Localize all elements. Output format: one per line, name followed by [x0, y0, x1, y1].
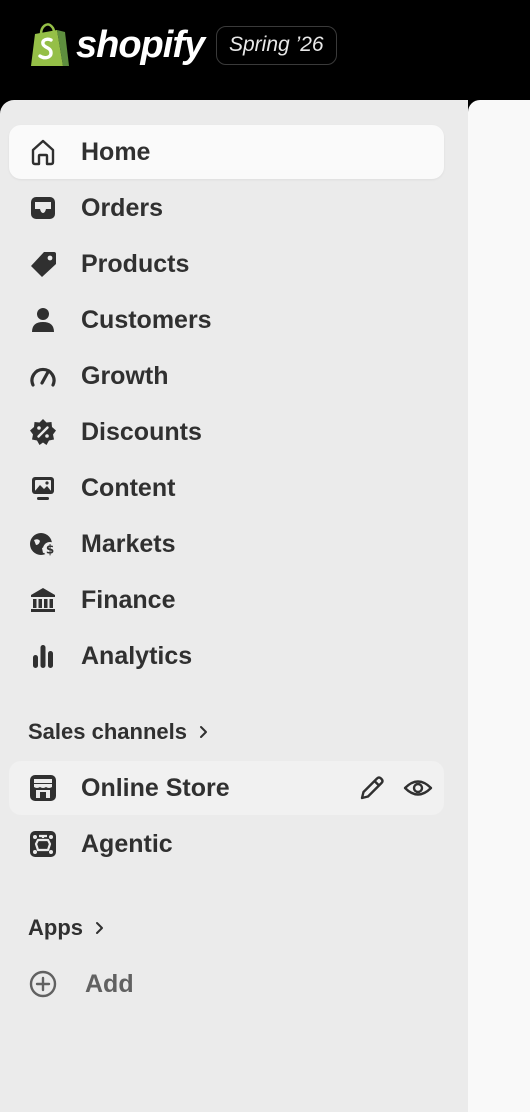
nav-item-products[interactable]: Products — [9, 237, 444, 291]
nav-item-orders[interactable]: Orders — [9, 181, 444, 235]
add-app-label: Add — [85, 970, 134, 998]
nav-label-finance: Finance — [81, 586, 176, 614]
nav-label-analytics: Analytics — [81, 642, 193, 670]
top-bar: shopify Spring ’26 — [0, 0, 530, 100]
shopify-bag-logo-icon — [31, 23, 69, 66]
chevron-right-icon — [199, 726, 207, 738]
nav-item-customers[interactable]: Customers — [9, 293, 444, 347]
nav-item-content[interactable]: Content — [9, 461, 444, 515]
nav-item-online-store[interactable]: Online Store — [9, 761, 444, 815]
eye-icon[interactable] — [402, 773, 434, 803]
apps-label: Apps — [28, 915, 83, 940]
home-icon — [27, 137, 59, 167]
online-store-actions — [356, 773, 434, 803]
nav-label-online-store: Online Store — [81, 774, 230, 802]
nav-item-agentic[interactable]: Agentic — [9, 817, 444, 871]
nav-item-analytics[interactable]: Analytics — [9, 629, 444, 683]
image-monitor-icon — [27, 473, 59, 503]
svg-text:$: $ — [46, 543, 54, 557]
shopify-wordmark: shopify — [76, 24, 205, 66]
inbox-icon — [27, 193, 59, 223]
nav-label-discounts: Discounts — [81, 418, 202, 446]
main-content — [468, 100, 530, 1112]
sales-channels-label: Sales channels — [28, 719, 187, 744]
add-app-button[interactable]: Add — [9, 957, 444, 1011]
chevron-right-icon — [96, 922, 103, 934]
nav-label-markets: Markets — [81, 530, 176, 558]
nav-item-markets[interactable]: $ Markets — [9, 517, 444, 571]
nav-label-home: Home — [81, 138, 151, 166]
gauge-icon — [27, 361, 59, 391]
apps-heading[interactable]: Apps — [28, 913, 107, 943]
edition-badge: Spring ’26 — [216, 26, 337, 65]
nav-item-growth[interactable]: Growth — [9, 349, 444, 403]
pencil-icon[interactable] — [356, 773, 388, 803]
bar-chart-icon — [27, 641, 59, 671]
bank-icon — [27, 585, 59, 615]
tag-icon — [27, 249, 59, 279]
nav-label-agentic: Agentic — [81, 830, 173, 858]
nav-label-orders: Orders — [81, 194, 163, 222]
nav-label-growth: Growth — [81, 362, 169, 390]
nav-label-customers: Customers — [81, 306, 212, 334]
nav-item-discounts[interactable]: Discounts — [9, 405, 444, 459]
storefront-icon — [27, 773, 59, 803]
person-icon — [27, 305, 59, 335]
nav-item-finance[interactable]: Finance — [9, 573, 444, 627]
sales-channels-heading[interactable]: Sales channels — [28, 717, 211, 747]
nav-label-content: Content — [81, 474, 176, 502]
plus-circle-icon — [27, 969, 59, 999]
nav-item-home[interactable]: Home — [9, 125, 444, 179]
globe-dollar-icon: $ — [27, 529, 59, 559]
agent-node-icon — [27, 829, 59, 859]
nav-label-products: Products — [81, 250, 190, 278]
discount-badge-icon — [27, 417, 59, 447]
